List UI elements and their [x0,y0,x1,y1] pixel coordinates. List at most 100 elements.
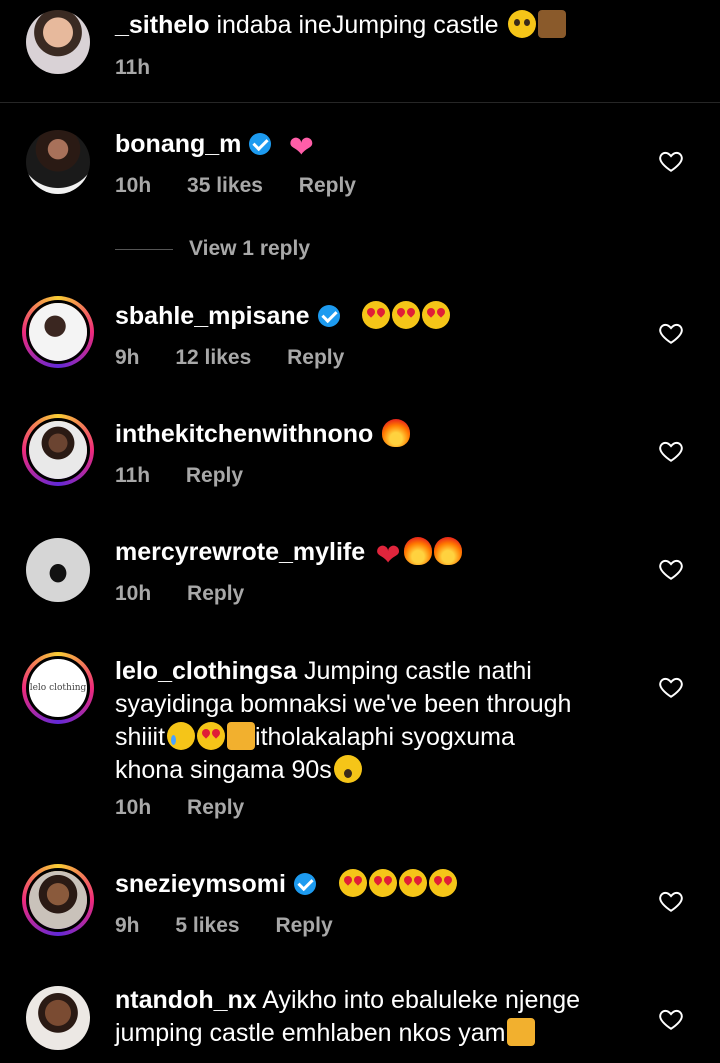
comment-body: bonang_m ❤ [115,128,650,164]
verified-badge-icon [249,133,272,155]
like-count[interactable]: 5 likes [175,914,239,937]
avatar [26,300,90,364]
avatar-story-ring[interactable]: lelo clothing [22,652,94,724]
fire-icon [382,419,411,447]
comment-body: mercyrewrote_mylife ❤ [115,536,650,572]
reply-button[interactable]: Reply [299,174,356,197]
heart-eyes-icon [392,301,421,329]
comment-meta: 11h [115,56,180,80]
comment-username[interactable]: inthekitchenwithnono [115,420,373,448]
comment-time: 11h [115,56,151,79]
avatar-story-ring[interactable] [22,296,94,368]
comment-text: shiiit [115,723,166,751]
raising-hands-icon [507,1018,536,1046]
avatar: lelo clothing [26,656,90,720]
comment-username[interactable]: _sithelo [115,11,209,39]
avatar-story-ring[interactable] [22,864,94,936]
raising-hands-icon [227,722,256,750]
comment-text: syayidinga bomnaksi we've been through [115,690,572,718]
avatar-image: lelo clothing [29,683,87,693]
comment-time: 9h [115,914,140,937]
comment-username[interactable]: ntandoh_nx [115,986,257,1014]
comment-meta: 10h 35 likes Reply [115,174,386,198]
comment-username[interactable]: sbahle_mpisane [115,302,310,330]
comment-text: itholakalaphi syogxuma [255,723,515,751]
comment-text: Jumping castle nathi [303,657,532,685]
heart-eyes-icon [197,722,226,750]
avatar-image [26,10,90,74]
avatar-image [26,986,90,1050]
comment-meta: 9h 5 likes Reply [115,914,363,938]
view-replies-line [115,248,173,250]
comment-text: khona singama 90s [115,756,332,784]
reply-button[interactable]: Reply [187,796,244,819]
avatar-image [26,538,90,602]
reply-button[interactable]: Reply [187,582,244,605]
comment-text: jumping castle emhlaben nkos yam [115,1019,506,1047]
comment-username[interactable]: bonang_m [115,130,241,158]
comment-meta: 10h Reply [115,582,274,606]
avatar[interactable] [26,538,90,602]
avatar [26,418,90,482]
heart-eyes-icon [428,869,457,897]
comment-time: 10h [115,582,152,605]
comment-username[interactable]: snezieymsomi [115,870,286,898]
heart-eyes-icon [398,869,427,897]
comment-text: indaba ineJumping castle [216,11,499,39]
heart-outline-icon[interactable] [658,556,684,582]
comment-meta: 9h 12 likes Reply [115,346,374,370]
surprised-face-icon [333,755,362,783]
comment-body: _sithelo indaba ineJumping castle [115,9,650,42]
heart-eyes-icon [368,869,397,897]
avatar [26,868,90,932]
comment-time: 10h [115,796,152,819]
red-heart-icon: ❤ [375,539,401,572]
comment-time: 10h [115,174,152,197]
comment-meta: 10h Reply [115,796,274,820]
reply-button[interactable]: Reply [287,346,344,369]
crying-face-icon [167,722,196,750]
verified-badge-icon [293,873,316,895]
comment-username[interactable]: lelo_clothingsa [115,657,297,685]
comment-body: inthekitchenwithnono [115,418,650,451]
view-replies-button[interactable]: View 1 reply [115,237,310,261]
pleading-face-icon [507,10,536,38]
divider [0,102,720,103]
sparkling-heart-icon: ❤ [288,131,314,164]
comment-body: ntandoh_nx Ayikho into ebaluleke njenge … [115,984,650,1050]
avatar-image [26,130,90,194]
heart-outline-icon[interactable] [658,148,684,174]
avatar[interactable] [26,10,90,74]
comment-time: 11h [115,464,151,487]
verified-badge-icon [317,305,340,327]
avatar[interactable] [26,986,90,1050]
reply-button[interactable]: Reply [275,914,332,937]
comment-body: lelo_clothingsa Jumping castle nathi sya… [115,655,650,787]
heart-eyes-icon [338,869,367,897]
like-count[interactable]: 12 likes [175,346,251,369]
heart-outline-icon[interactable] [658,888,684,914]
view-replies-label: View 1 reply [189,237,311,260]
avatar[interactable] [26,130,90,194]
comment-body: snezieymsomi [115,868,650,901]
comment-body: sbahle_mpisane [115,300,650,333]
crossed-fingers-icon [537,10,566,38]
heart-outline-icon[interactable] [658,320,684,346]
avatar-story-ring[interactable] [22,414,94,486]
heart-eyes-icon [422,301,451,329]
avatar-image [29,303,87,361]
heart-outline-icon[interactable] [658,674,684,700]
heart-outline-icon[interactable] [658,1006,684,1032]
avatar-image [29,421,87,479]
comment-time: 9h [115,346,140,369]
avatar-image [29,871,87,929]
reply-button[interactable]: Reply [186,464,243,487]
comment-text: Ayikho into ebaluleke njenge [262,986,581,1014]
heart-outline-icon[interactable] [658,438,684,464]
comment-username[interactable]: mercyrewrote_mylife [115,538,365,566]
fire-icon [404,537,433,565]
comment-meta: 11h Reply [115,464,273,488]
fire-icon [434,537,463,565]
heart-eyes-icon [362,301,391,329]
like-count[interactable]: 35 likes [187,174,263,197]
